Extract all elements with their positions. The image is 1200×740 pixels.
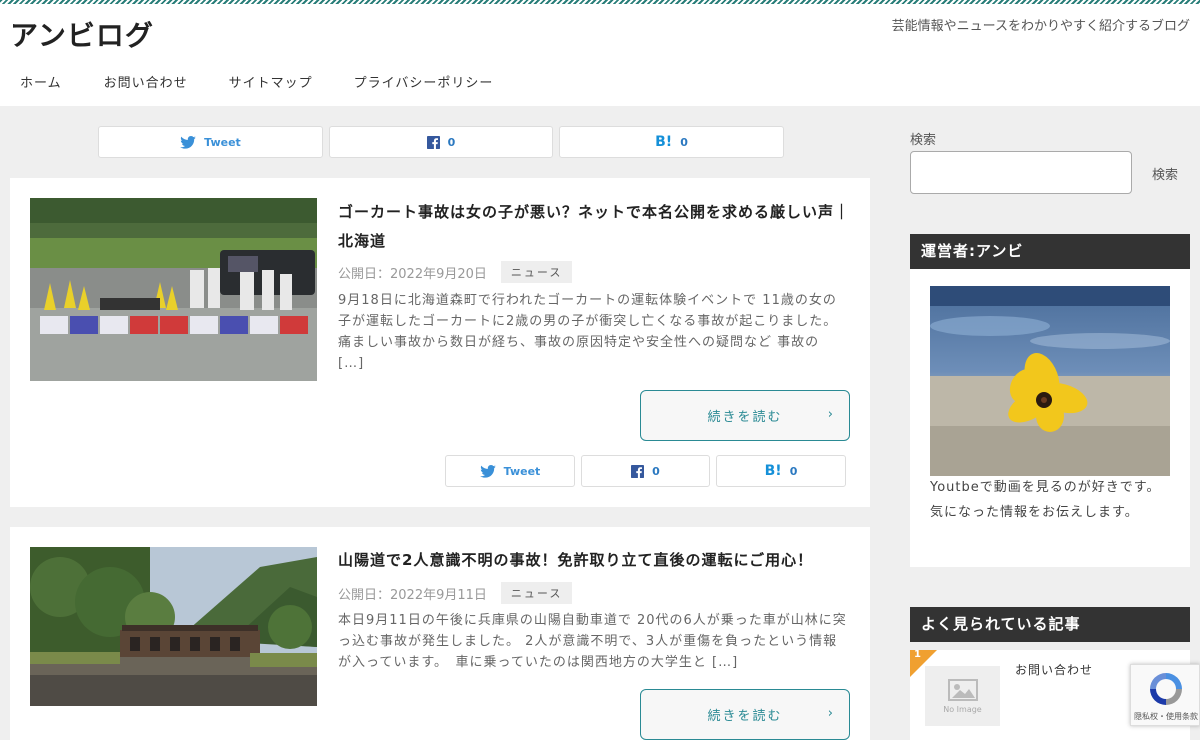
twitter-icon — [180, 135, 196, 149]
flower-on-sand-image — [930, 286, 1170, 476]
nav-item-contact[interactable]: お問い合わせ — [82, 72, 208, 91]
global-nav: ホーム お問い合わせ サイトマップ プライバシーポリシー — [0, 72, 513, 91]
search-label: 検索 — [910, 133, 937, 148]
read-more-button[interactable]: 続きを読む › — [640, 689, 850, 740]
noimage-thumbnail[interactable]: No Image — [925, 666, 1000, 726]
search-button[interactable]: 検索 — [1152, 164, 1178, 183]
search-input[interactable] — [910, 151, 1132, 194]
site-tagline: 芸能情報やニュースをわかりやすく紹介するブログ — [891, 19, 1190, 34]
post-card: ゴーカート事故は女の子が悪い？ネットで本名公開を求める厳しい声｜北海道 公開日：… — [10, 178, 870, 507]
post-title[interactable]: 山陽道で2人意識不明の事故！免許取り立て直後の運転にご用心！ — [338, 546, 853, 575]
twitter-icon — [479, 464, 496, 478]
post-thumbnail[interactable] — [30, 198, 317, 381]
popular-post-title[interactable]: お問い合わせ — [1015, 661, 1093, 678]
post-date: 公開日：2022年9月20日 — [338, 266, 487, 282]
read-more-label: 続きを読む — [707, 410, 783, 425]
nav-item-privacy[interactable]: プライバシーポリシー — [333, 72, 514, 91]
post-date: 公開日：2022年9月11日 — [338, 587, 487, 603]
recaptcha-text[interactable]: 隠私权・使用条款 — [1131, 711, 1200, 722]
profile-widget-heading: 運営者:アンビ — [910, 234, 1190, 269]
profile-text: 気になった情報をお伝えします。 — [930, 505, 1139, 520]
site-title[interactable]: アンビログ — [10, 14, 154, 54]
category-badge[interactable]: ニュース — [500, 261, 573, 283]
post-meta: 公開日：2022年9月20日 ニュース — [338, 261, 573, 283]
post-card: 山陽道で2人意識不明の事故！免許取り立て直後の運転にご用心！ 公開日：2022年… — [10, 527, 870, 740]
tweet-button[interactable]: Tweet — [98, 126, 323, 158]
noimage-label: No Image — [943, 704, 982, 714]
read-more-button[interactable]: 続きを読む › — [640, 390, 850, 441]
read-more-label: 続きを読む — [707, 709, 783, 724]
profile-image — [930, 286, 1170, 476]
popular-widget-heading: よく見られている記事 — [910, 607, 1190, 642]
site-header: アンビログ 芸能情報やニュースをわかりやすく紹介するブログ ホーム お問い合わせ… — [0, 4, 1200, 106]
nav-item-sitemap[interactable]: サイトマップ — [208, 72, 333, 91]
profile-text: Youtbeで動画を見るのが好きです。 — [930, 480, 1161, 495]
category-badge[interactable]: ニュース — [500, 582, 573, 604]
recaptcha-icon — [1150, 673, 1182, 705]
rank-number: 1 — [914, 649, 921, 660]
post-excerpt: 9月18日に北海道森町で行われたゴーカートの運転体験イベントで 11歳の女の子が… — [338, 293, 838, 371]
image-placeholder-icon — [947, 678, 978, 701]
post-excerpt: 本日9月11日の午後に兵庫県の山陽自動車道で 20代の6人が乗った車が山林に突っ… — [338, 613, 847, 670]
post-meta: 公開日：2022年9月11日 ニュース — [338, 582, 573, 604]
hatena-bookmark-button[interactable]: B! 0 — [716, 455, 846, 487]
mountain-road-image — [30, 547, 317, 706]
tweet-button[interactable]: Tweet — [445, 455, 575, 487]
chevron-right-icon: › — [827, 407, 835, 422]
profile-widget: Youtbeで動画を見るのが好きです。 気になった情報をお伝えします。 — [910, 269, 1190, 567]
facebook-share-button[interactable]: 0 — [581, 455, 710, 487]
facebook-count: 0 — [447, 135, 456, 149]
share-row-top: Tweet 0 B! 0 — [98, 126, 784, 158]
post-thumbnail[interactable] — [30, 547, 317, 706]
facebook-icon — [631, 464, 645, 478]
recaptcha-badge[interactable]: 隠私权・使用条款 — [1130, 664, 1200, 726]
tweet-label: Tweet — [204, 135, 241, 149]
hatena-count: 0 — [680, 135, 688, 149]
facebook-count: 0 — [652, 464, 660, 478]
facebook-icon — [426, 135, 440, 149]
share-row-post: Tweet 0 B! 0 — [445, 455, 846, 487]
hatena-icon: B! — [655, 134, 673, 150]
hatena-count: 0 — [789, 464, 798, 478]
post-title[interactable]: ゴーカート事故は女の子が悪い？ネットで本名公開を求める厳しい声｜北海道 — [338, 198, 853, 256]
hatena-icon: B! — [764, 463, 782, 479]
gokart-scene-image — [30, 198, 317, 381]
nav-item-home[interactable]: ホーム — [0, 72, 82, 91]
hatena-bookmark-button[interactable]: B! 0 — [559, 126, 784, 158]
chevron-right-icon: › — [827, 706, 835, 721]
tweet-label: Tweet — [503, 464, 541, 478]
facebook-share-button[interactable]: 0 — [329, 126, 553, 158]
